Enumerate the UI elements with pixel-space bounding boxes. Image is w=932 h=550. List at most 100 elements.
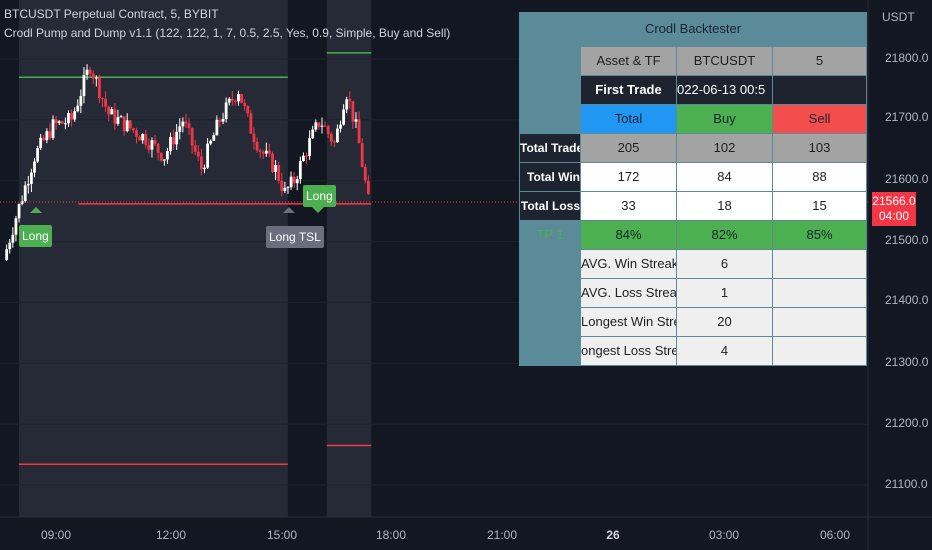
candle-body bbox=[144, 134, 148, 145]
candle-body bbox=[311, 129, 315, 139]
candle-body bbox=[342, 109, 346, 125]
longest-win-streak-empty bbox=[771, 306, 868, 337]
candle-body bbox=[135, 130, 138, 137]
long-marker-tip bbox=[30, 207, 42, 213]
candle-body bbox=[292, 176, 296, 184]
candle-body bbox=[23, 185, 27, 202]
candle-body bbox=[178, 126, 182, 132]
candle-body bbox=[36, 148, 39, 162]
time-tick: 12:00 bbox=[155, 528, 187, 542]
price-tick: 21100.0 bbox=[885, 477, 928, 491]
candle-body bbox=[150, 140, 154, 150]
price-tick: 21600.0 bbox=[885, 172, 929, 186]
candle-body bbox=[60, 121, 64, 124]
candle-body bbox=[305, 155, 308, 157]
total-trades-total: 205 bbox=[580, 132, 677, 163]
candle-body bbox=[57, 121, 61, 124]
current-price-badge: 21566.0 04:00 bbox=[872, 192, 916, 226]
candle-body bbox=[39, 137, 43, 149]
candle-body bbox=[271, 153, 274, 172]
candle-body bbox=[91, 73, 95, 79]
candle-body bbox=[366, 180, 370, 194]
candle-body bbox=[230, 98, 234, 101]
candle-body bbox=[175, 131, 179, 145]
candle-body bbox=[156, 143, 160, 153]
candle-body bbox=[323, 125, 327, 127]
total-trades-buy: 102 bbox=[676, 132, 773, 163]
candle-body bbox=[169, 137, 172, 152]
candle-body bbox=[286, 187, 290, 189]
long-marker: Long bbox=[19, 225, 52, 247]
candle-body bbox=[255, 142, 259, 151]
candle-body bbox=[110, 109, 114, 115]
candle-body bbox=[289, 176, 293, 188]
candle-body bbox=[101, 98, 104, 100]
candle-body bbox=[234, 100, 237, 102]
price-tick: 21200.0 bbox=[885, 416, 929, 430]
candle-body bbox=[48, 131, 52, 138]
candle-body bbox=[79, 96, 83, 106]
col-buy-header: Buy bbox=[676, 103, 773, 134]
candle-body bbox=[104, 98, 107, 107]
candle-body bbox=[162, 159, 166, 161]
price-tick: 21300.0 bbox=[885, 355, 929, 369]
candle-body bbox=[326, 126, 330, 134]
candle-body bbox=[70, 113, 73, 120]
candle-body bbox=[181, 121, 185, 127]
long-marker-2-tip bbox=[312, 207, 324, 213]
candle-body bbox=[363, 166, 367, 181]
candle-body bbox=[212, 135, 216, 141]
longest-win-streak-value: 20 bbox=[676, 306, 773, 337]
tp1-total: 84% bbox=[580, 219, 677, 250]
candle-body bbox=[184, 121, 188, 124]
bar-countdown: 04:00 bbox=[878, 209, 910, 223]
longest-loss-streak-value: 4 bbox=[676, 335, 773, 366]
candle-body bbox=[132, 128, 135, 131]
total-win-sell: 88 bbox=[771, 161, 868, 192]
col-sell-header: Sell bbox=[771, 103, 868, 134]
symbol-title[interactable]: BTCUSDT Perpetual Contract, 5, BYBIT bbox=[4, 7, 219, 21]
candle-body bbox=[82, 74, 86, 97]
candle-body bbox=[122, 116, 126, 132]
candle-body bbox=[357, 119, 361, 144]
candle-body bbox=[249, 113, 253, 134]
indicator-title[interactable]: Crodl Pump and Dump v1.1 (122, 122, 1, 7… bbox=[4, 26, 450, 40]
candle-body bbox=[193, 145, 197, 152]
current-price-value: 21566.0 bbox=[872, 194, 916, 208]
candle-body bbox=[147, 144, 151, 150]
candle-body bbox=[17, 203, 21, 219]
candle-body bbox=[29, 172, 33, 184]
long-tsl-marker: Long TSL bbox=[266, 226, 324, 248]
candle-body bbox=[268, 150, 271, 154]
candle-body bbox=[190, 128, 194, 146]
avg-win-streak-value: 6 bbox=[676, 248, 773, 279]
tf-value: 5 bbox=[771, 45, 868, 76]
candle-body bbox=[302, 155, 305, 162]
candle-body bbox=[113, 109, 117, 124]
candle-body bbox=[320, 125, 324, 127]
candle-body bbox=[243, 102, 247, 107]
candle-body bbox=[329, 133, 333, 142]
longest-loss-streak-label: ongest Loss Strea bbox=[580, 335, 677, 366]
longest-loss-streak-empty bbox=[771, 335, 868, 366]
price-tick: 21700.0 bbox=[885, 110, 929, 124]
time-tick: 15:00 bbox=[266, 528, 298, 542]
candle-body bbox=[283, 187, 287, 191]
candle-body bbox=[215, 119, 219, 136]
longest-win-streak-label: Longest Win Streal bbox=[580, 306, 677, 337]
candle-body bbox=[187, 123, 191, 129]
candle-body bbox=[128, 120, 132, 129]
candle-body bbox=[224, 102, 228, 120]
candle-body bbox=[94, 77, 98, 79]
tp1-buy: 82% bbox=[676, 219, 773, 250]
candle-body bbox=[67, 113, 70, 124]
candle-body bbox=[141, 134, 145, 141]
long-tsl-marker-tip bbox=[283, 207, 295, 213]
candle-body bbox=[153, 140, 157, 144]
candle-body bbox=[166, 151, 169, 160]
candle-body bbox=[159, 152, 163, 161]
time-tick: 09:00 bbox=[40, 528, 72, 542]
session-shade bbox=[326, 0, 372, 517]
candle-body bbox=[339, 124, 342, 129]
candle-body bbox=[119, 116, 123, 118]
